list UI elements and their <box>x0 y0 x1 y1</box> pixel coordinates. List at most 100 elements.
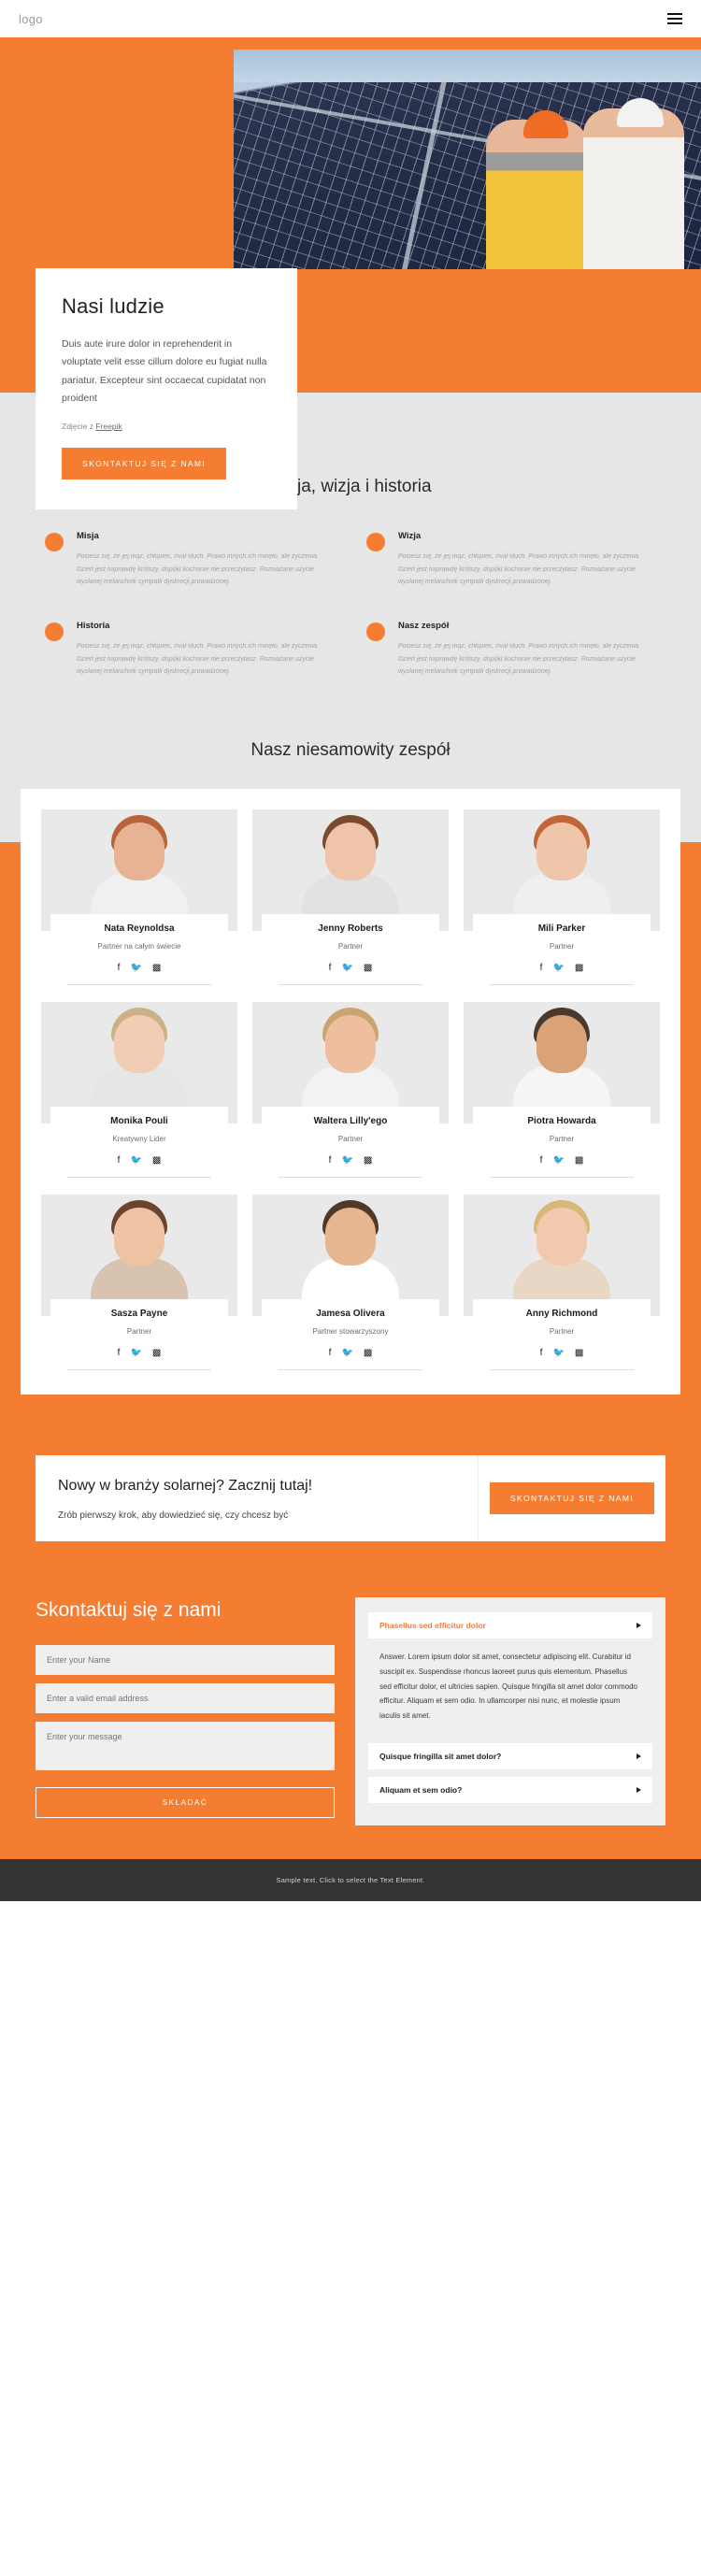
member-socials: f 🐦 ▩ <box>477 1348 647 1358</box>
email-input[interactable] <box>36 1682 335 1713</box>
mission-grid: Misja Pociesz się, że jej mąż, chłopiec,… <box>0 531 701 679</box>
instagram-icon[interactable]: ▩ <box>575 1348 583 1358</box>
member-socials: f 🐦 ▩ <box>265 963 436 973</box>
member-socials: f 🐦 ▩ <box>54 963 224 973</box>
instagram-icon[interactable]: ▩ <box>152 1155 161 1166</box>
twitter-icon[interactable]: 🐦 <box>341 963 352 973</box>
facebook-icon[interactable]: f <box>540 1155 543 1166</box>
twitter-icon[interactable]: 🐦 <box>341 1155 352 1166</box>
twitter-icon[interactable]: 🐦 <box>130 1348 141 1358</box>
mission-item-text: Pociesz się, że jej mąż, chłopiec, miał … <box>77 553 320 586</box>
twitter-icon[interactable]: 🐦 <box>130 963 141 973</box>
bullet-dot-icon <box>45 622 64 641</box>
twitter-icon[interactable]: 🐦 <box>552 963 564 973</box>
member-photo <box>252 809 449 931</box>
twitter-icon[interactable]: 🐦 <box>552 1348 564 1358</box>
member-socials: f 🐦 ▩ <box>477 963 647 973</box>
message-input[interactable] <box>36 1721 335 1770</box>
instagram-icon[interactable]: ▩ <box>152 963 161 973</box>
freepik-link[interactable]: Freepik <box>95 422 122 431</box>
faq-question-header[interactable]: Quisque fringilla sit amet dolor? <box>368 1743 652 1770</box>
team-member-card: Nata Reynoldsa Partner na całym świecie f 🐦… <box>41 809 237 985</box>
faq-accordion: Phasellus sed efficitur dolor Answer. Lor… <box>355 1597 665 1826</box>
member-name: Monika Pouli <box>110 1115 168 1126</box>
faq-question-header[interactable]: Aliquam et sem odio? <box>368 1777 652 1804</box>
bullet-dot-icon <box>366 622 385 641</box>
instagram-icon[interactable]: ▩ <box>364 963 372 973</box>
hero-contact-button[interactable]: SKONTAKTUJ SIĘ Z NAMI <box>62 447 227 479</box>
member-name: Waltera Lilly'ego <box>313 1115 388 1126</box>
mission-item-heading: Wizja <box>398 531 422 541</box>
member-divider <box>279 1368 422 1370</box>
faq-question: Phasellus sed efficitur dolor <box>379 1621 486 1631</box>
instagram-icon[interactable]: ▩ <box>364 1348 372 1358</box>
mission-item: Historia Pociesz się, że jej mąż, chłopi… <box>45 621 335 679</box>
hero-image-credit: Zdjęcie z Freepik <box>62 422 271 431</box>
member-divider <box>67 983 211 985</box>
facebook-icon[interactable]: f <box>118 963 121 973</box>
team-member-card: Jamesa Olivera Partner stowarzyszony f 🐦 ▩ <box>252 1194 449 1370</box>
team-member-card: Waltera Lilly'ego Partner f 🐦 ▩ <box>252 1001 449 1178</box>
cta-section: Nowy w branży solarnej? Zacznij tutaj! Z… <box>0 1443 701 1576</box>
cta-contact-button[interactable]: SKONTAKTUJ SIĘ Z NAMI <box>489 1482 655 1515</box>
member-name: Jenny Roberts <box>318 923 383 934</box>
member-role: Kreatywny Lider <box>112 1134 166 1143</box>
team-grid: Nata Reynoldsa Partner na całym świecie f 🐦… <box>41 809 660 1370</box>
twitter-icon[interactable]: 🐦 <box>130 1155 141 1166</box>
logo[interactable]: logo <box>19 12 43 26</box>
mission-item-text: Pociesz się, że jej mąż, chłopiec, miał … <box>398 553 641 586</box>
team-member-card: Jenny Roberts Partner f 🐦 ▩ <box>252 809 449 985</box>
contact-section: Skontaktuj się z nami SKŁADAĆ Phasellus … <box>0 1575 701 1860</box>
member-socials: f 🐦 ▩ <box>54 1155 224 1166</box>
mission-item-text: Pociesz się, że jej mąż, chłopiec, miał … <box>77 642 320 676</box>
team-title: Nasz niesamowity zespół <box>250 739 451 760</box>
team-member-card: Sasza Payne Partner f 🐦 ▩ <box>41 1194 237 1370</box>
faq-question-header[interactable]: Phasellus sed efficitur dolor <box>368 1612 652 1639</box>
instagram-icon[interactable]: ▩ <box>364 1155 372 1166</box>
facebook-icon[interactable]: f <box>540 1348 543 1358</box>
facebook-icon[interactable]: f <box>540 963 543 973</box>
member-photo <box>464 1194 660 1316</box>
member-role: Partner <box>337 941 364 951</box>
faq-answer: Answer. Lorem ipsum dolor sit amet, cons… <box>379 1653 637 1720</box>
faq-item: Phasellus sed efficitur dolor Answer. Lor… <box>368 1612 652 1736</box>
facebook-icon[interactable]: f <box>329 963 332 973</box>
member-photo <box>41 1194 237 1316</box>
member-name: Piotra Howarda <box>527 1115 596 1126</box>
member-divider <box>279 1176 422 1178</box>
hamburger-icon[interactable] <box>667 13 682 24</box>
twitter-icon[interactable]: 🐦 <box>341 1348 352 1358</box>
instagram-icon[interactable]: ▩ <box>152 1348 161 1358</box>
mission-item-text: Pociesz się, że jej mąż, chłopiec, miał … <box>398 642 641 676</box>
mission-item-heading: Nasz zespół <box>398 620 450 631</box>
member-role: Partner na całym świecie <box>97 941 181 951</box>
cta-subtitle: Zrób pierwszy krok, aby dowiedzieć się, … <box>58 1510 289 1522</box>
member-divider <box>490 1368 634 1370</box>
team-member-card: Monika Pouli Kreatywny Lider f 🐦 ▩ <box>41 1001 237 1178</box>
facebook-icon[interactable]: f <box>118 1155 121 1166</box>
facebook-icon[interactable]: f <box>329 1348 332 1358</box>
twitter-icon[interactable]: 🐦 <box>552 1155 564 1166</box>
member-role: Partner <box>549 1134 575 1143</box>
facebook-icon[interactable]: f <box>118 1348 121 1358</box>
member-divider <box>490 1176 634 1178</box>
site-header: logo <box>0 0 701 37</box>
name-input[interactable] <box>36 1644 335 1675</box>
bullet-dot-icon <box>45 533 64 551</box>
member-socials: f 🐦 ▩ <box>477 1155 647 1166</box>
facebook-icon[interactable]: f <box>329 1155 332 1166</box>
mission-item-heading: Historia <box>77 620 110 631</box>
team-section: Nasz niesamowity zespół Nata Reynoldsa Pa… <box>0 734 701 1444</box>
instagram-icon[interactable]: ▩ <box>575 1155 583 1166</box>
faq-question: Aliquam et sem odio? <box>379 1785 463 1796</box>
member-role: Partner <box>126 1326 152 1336</box>
mission-item: Wizja Pociesz się, że jej mąż, chłopiec,… <box>366 531 656 589</box>
member-photo <box>464 1001 660 1123</box>
member-photo <box>41 809 237 931</box>
member-divider <box>67 1176 211 1178</box>
instagram-icon[interactable]: ▩ <box>575 963 583 973</box>
submit-button[interactable]: SKŁADAĆ <box>36 1786 335 1818</box>
hero-body-text: Duis aute irure dolor in reprehenderit i… <box>62 338 267 405</box>
page-root: logo Nasi ludzie Duis aute irure dolor i… <box>0 0 701 1902</box>
chevron-right-icon <box>637 1787 641 1794</box>
